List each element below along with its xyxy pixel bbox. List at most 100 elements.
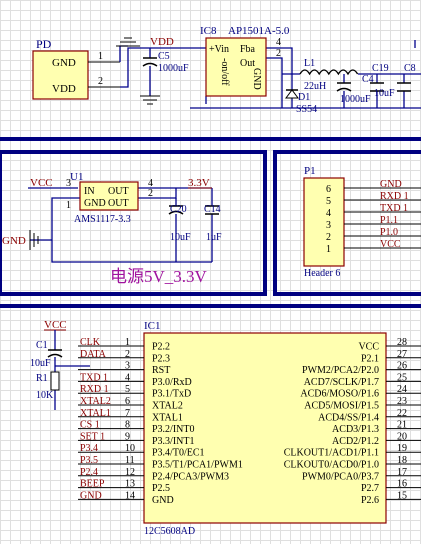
ic1-right-pin-name[interactable]: CLKOUT1/ACD1/P1.1	[284, 448, 379, 459]
p1-net-label: P1.0	[380, 227, 398, 238]
l1-ref: L1	[304, 58, 315, 69]
reset-vcc-label: VCC	[44, 319, 67, 331]
pd-connector[interactable]: PD GND VDD 1 2	[32, 37, 120, 100]
ic8-pin2-number: 2	[276, 48, 281, 59]
ic1-left-pin-name[interactable]: P2.3	[152, 353, 170, 364]
c1-ref: C1	[36, 340, 48, 351]
l1-inductor[interactable]: L1 22uH	[299, 58, 359, 92]
p1-pin-number: 4	[326, 208, 331, 219]
ic1-right-pin-number: 20	[397, 431, 407, 442]
ic1-left-pin-number: 6	[125, 396, 130, 407]
c19-capacitor[interactable]: C19 10uF	[370, 63, 395, 99]
schematic-drawing: PD GND VDD 1 2 VDD C5 1000uF IC8 AP1501A…	[0, 25, 421, 537]
ic1-right-pin-name[interactable]: P2.1	[361, 353, 379, 364]
vdd-net-label: VDD	[150, 36, 174, 48]
p1-part: Header 6	[304, 268, 340, 279]
ic1-left-pin-name[interactable]: P3.1/TxD	[152, 389, 191, 400]
ic1-left-net-label: RXD 1	[80, 384, 109, 395]
ic1-left-pin-number: 2	[125, 349, 130, 360]
c4-capacitor[interactable]: C4 1000uF	[336, 74, 374, 105]
ic1-ref: IC1	[144, 320, 161, 332]
ic1-right-pin-name[interactable]: ACD6/MOSO/P1.6	[300, 389, 379, 400]
ic8-ref: IC8	[200, 25, 217, 37]
d1-value: SS54	[296, 104, 317, 115]
ic1-right-pin-name[interactable]: P2.7	[361, 483, 379, 494]
ic1-right-pin-number: 19	[397, 443, 407, 454]
ic1-left-pin-name[interactable]: P3.2/INT0	[152, 424, 195, 435]
ic1-right-pin-number: 27	[397, 349, 407, 360]
u1-vcc-label: VCC	[30, 177, 53, 189]
ic1-left-net-label: P3.5	[80, 455, 98, 466]
ic1-right-pin-number: 26	[397, 361, 407, 372]
ic1-right-pin-number: 16	[397, 479, 407, 490]
ic1-right-pin-number: 18	[397, 455, 407, 466]
p1-pin-number: 1	[326, 244, 331, 255]
ic1-right-pin-name[interactable]: ACD3/P1.3	[332, 424, 379, 435]
c19-ref: C19	[372, 63, 389, 74]
ic1-left-pin-name[interactable]: XTAL2	[152, 401, 183, 412]
c8-capacitor[interactable]: C8	[397, 63, 416, 92]
ic1-left-pin-name[interactable]: P3.3/INT1	[152, 436, 195, 447]
pd-pin-vdd: VDD	[52, 83, 76, 95]
ic1-left-net-label: XTAL1	[80, 408, 111, 419]
c8-ref: C8	[404, 63, 416, 74]
ic1-right-pin-name[interactable]: VCC	[358, 342, 379, 353]
ic8-regulator[interactable]: IC8 AP1501A-5.0 +Vin Fba -on/off Out GND…	[200, 25, 290, 97]
ic1-right-pin-number: 28	[397, 337, 407, 348]
p1-net-label: VCC	[380, 239, 401, 250]
p1-pin-number: 2	[326, 232, 331, 243]
ic1-part: 12C5608AD	[144, 526, 195, 537]
c5-value: 1000uF	[158, 63, 189, 74]
ic8-part: AP1501A-5.0	[228, 25, 290, 37]
ic1-left-pin-number: 11	[125, 455, 135, 466]
ic1-left-net-label: P3.4	[80, 443, 98, 454]
u1-pin-gnd: GND	[84, 198, 106, 209]
c20-value: 10uF	[170, 232, 191, 243]
c20-capacitor[interactable]: C20 10uF	[168, 204, 191, 243]
p1-pin-number: 5	[326, 196, 331, 207]
ic1-left-net-label: DATA	[80, 349, 107, 360]
ic1-left-net-label: GND	[80, 490, 102, 501]
ic1-left-pin-name[interactable]: XTAL1	[152, 412, 183, 423]
r1-body	[50, 371, 60, 391]
d1-diode[interactable]: D1 SS54	[285, 89, 317, 115]
r1-ref: R1	[36, 373, 48, 384]
c14-capacitor[interactable]: C14 1uF	[204, 204, 222, 243]
ic1-left-net-label: CS 1	[80, 420, 100, 431]
pd-ref: PD	[36, 37, 52, 51]
p1-pin-number: 6	[326, 184, 331, 195]
ic1-right-pin-number: 21	[397, 420, 407, 431]
ic1-right-pin-name[interactable]: P2.6	[361, 495, 379, 506]
c1-value: 10uF	[30, 358, 51, 369]
ic1-left-pin-name[interactable]: P2.4/PCA3/PWM3	[152, 471, 229, 482]
ic1-left-net-label: P2.4	[80, 467, 98, 478]
pd-pin2-number: 2	[98, 76, 103, 87]
p1-net-label: TXD 1	[380, 203, 408, 214]
ic1-left-pin-name[interactable]: P3.4/T0/EC1	[152, 448, 205, 459]
ic1-microcontroller[interactable]: IC1 1 P2.2 CLK 2 P2.3 DATA 3 RST 4 P3.0/RxD TXD 1 5…	[78, 320, 421, 537]
ic1-right-pin-name[interactable]: PWM2/PCA2/P2.0	[302, 365, 379, 376]
ic1-left-pin-name[interactable]: P2.2	[152, 342, 170, 353]
c5-ref: C5	[158, 51, 170, 62]
ic1-right-pin-name[interactable]: PWM0/PCA0/P3.7	[302, 471, 379, 482]
ic1-left-pin-name[interactable]: P3.5/T1/PCA1/PWM1	[152, 460, 243, 471]
ic1-left-pin-name[interactable]: RST	[152, 365, 170, 376]
ic1-left-pin-number: 7	[125, 408, 130, 419]
u1-pin3-number: 3	[66, 178, 71, 189]
ic1-right-pin-number: 17	[397, 467, 407, 478]
c19-value: 10uF	[374, 88, 395, 99]
ic1-left-pin-name[interactable]: GND	[152, 495, 174, 506]
ic1-right-pin-number: 23	[397, 396, 407, 407]
ic1-right-pin-name[interactable]: ACD4/SS/P1.4	[318, 412, 379, 423]
ic1-right-pin-name[interactable]: CLKOUT0/ACD0/P1.0	[284, 460, 379, 471]
p1-header[interactable]: P1 6 GND 5 RXD 1 4 TXD 1 3 P1.1 2 P1.0 1 VCC Header…	[303, 165, 421, 279]
ic1-left-pin-name[interactable]: P2.5	[152, 483, 170, 494]
ic1-right-pin-name[interactable]: ACD2/P1.2	[332, 436, 379, 447]
ic1-left-pin-name[interactable]: P3.0/RxD	[152, 377, 192, 388]
c14-ref: C14	[204, 204, 221, 215]
c4-value: 1000uF	[340, 94, 371, 105]
ic8-pin-gnd: GND	[251, 68, 262, 90]
ic1-right-pin-name[interactable]: ACD5/MOSI/P1.5	[304, 401, 379, 412]
ic1-right-pin-name[interactable]: ACD7/SCLK/P1.7	[304, 377, 379, 388]
c20-ref: C20	[170, 204, 187, 215]
